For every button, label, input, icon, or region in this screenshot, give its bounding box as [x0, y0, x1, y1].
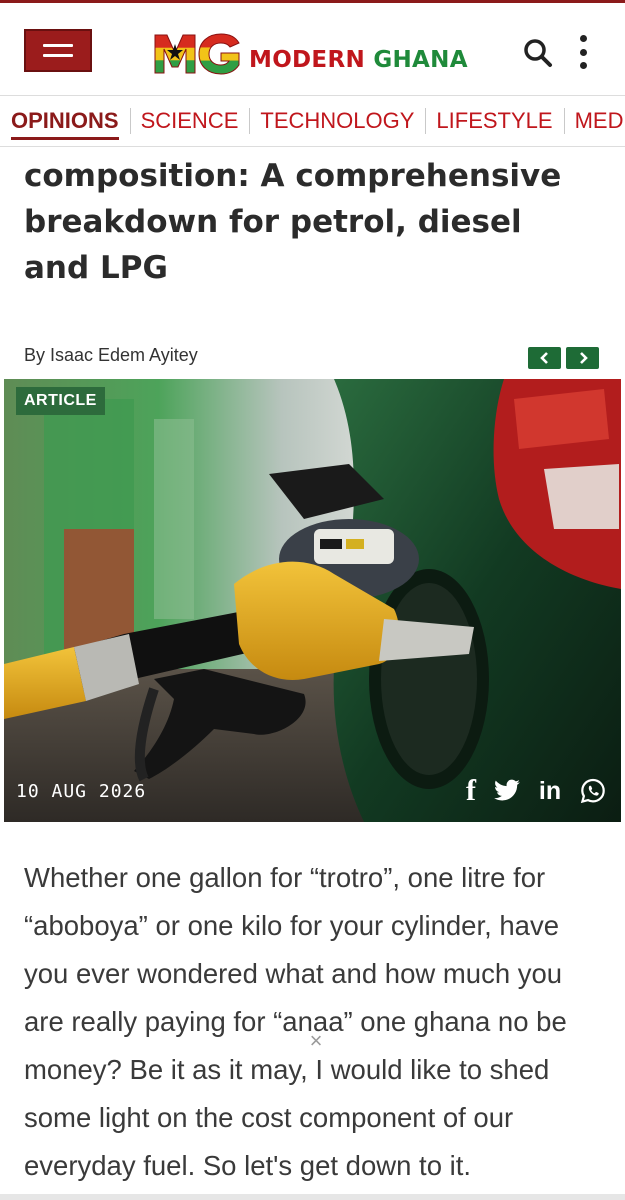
article-hero-image: ARTICLE 10 AUG 2026 f in	[4, 379, 621, 822]
article-body-paragraph: Whether one gallon for “trotro”, one lit…	[24, 862, 567, 1181]
nav-item-lifestyle[interactable]: LIFESTYLE	[425, 96, 563, 146]
twitter-icon[interactable]	[493, 777, 521, 805]
chevron-right-icon	[579, 352, 588, 364]
previous-article-button[interactable]	[528, 347, 561, 369]
chevron-left-icon	[539, 352, 548, 364]
article-byline[interactable]: By Isaac Edem Ayitey	[24, 345, 198, 366]
article-title: composition: A comprehensive breakdown f…	[24, 158, 562, 286]
nav-item-science[interactable]: SCIENCE	[129, 96, 250, 146]
logo-wordmark: MODERN GHANA	[249, 47, 468, 73]
logo-word-modern: MODERN	[249, 47, 366, 73]
facebook-icon[interactable]: f	[463, 774, 479, 807]
whatsapp-icon[interactable]	[579, 777, 607, 805]
share-bar: f in	[463, 774, 607, 807]
site-header: MODERN GHANA	[0, 3, 625, 95]
more-options-button[interactable]	[574, 35, 592, 69]
article-date: 10 AUG 2026	[16, 781, 147, 802]
close-ad-icon[interactable]: ×	[307, 1030, 325, 1052]
search-button[interactable]	[522, 37, 554, 69]
fuel-nozzle-photo	[4, 379, 621, 822]
category-nav: OPINIONS SCIENCE TECHNOLOGY LIFESTYLE ME…	[0, 95, 625, 147]
hamburger-icon-bar	[43, 54, 73, 57]
more-vertical-icon-dot	[579, 48, 587, 56]
hamburger-icon	[43, 44, 73, 47]
linkedin-icon[interactable]: in	[535, 777, 565, 805]
more-vertical-icon	[579, 35, 587, 42]
site-logo[interactable]: MODERN GHANA	[153, 29, 468, 75]
nav-item-opinions[interactable]: OPINIONS	[0, 96, 130, 146]
logo-mark	[153, 29, 241, 75]
logo-word-ghana: GHANA	[373, 47, 468, 73]
article-badge: ARTICLE	[16, 387, 105, 415]
next-article-button[interactable]	[566, 347, 599, 369]
bottom-scroll-edge	[0, 1194, 625, 1200]
article-pager	[528, 347, 599, 369]
search-icon	[524, 39, 552, 67]
more-vertical-icon-dot	[579, 62, 587, 69]
mg-logo-icon	[154, 33, 240, 75]
nav-item-media[interactable]: MEDIA	[563, 96, 625, 146]
hamburger-menu-button[interactable]	[24, 29, 92, 72]
nav-item-technology[interactable]: TECHNOLOGY	[249, 96, 425, 146]
